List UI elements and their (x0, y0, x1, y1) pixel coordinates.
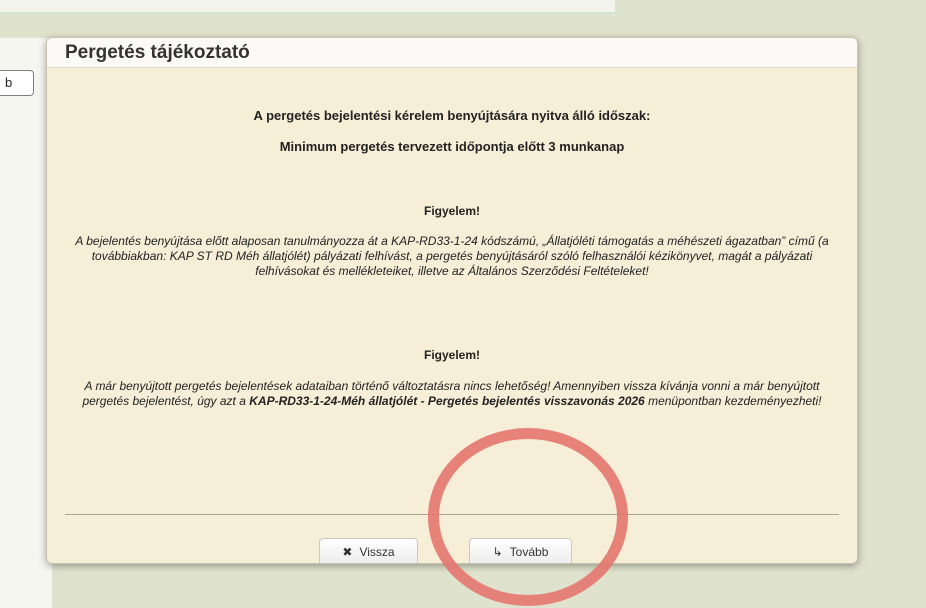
next-button[interactable]: ↳ Tovább (469, 538, 572, 563)
next-button-label: Tovább (509, 545, 549, 559)
back-button[interactable]: ✖ Vissza (319, 538, 418, 563)
modal-header: Pergetés tájékoztató (47, 38, 857, 68)
footer-divider (65, 514, 839, 515)
forward-arrow-icon: ↳ (492, 545, 503, 559)
warning-text: A bejelentés benyújtása előtt alaposan t… (75, 234, 829, 278)
warning-title-2: Figyelem! (423, 348, 480, 362)
period-value: Minimum pergetés tervezett időpontja elő… (279, 139, 625, 154)
background-top-strip (0, 0, 615, 14)
warning-text-2: A már benyújtott pergetés bejelentések a… (65, 379, 839, 409)
modal-title: Pergetés tájékoztató (65, 42, 250, 63)
background-content-area (0, 38, 52, 608)
warning-text-2-after: menüpontban kezdeményezheti! (644, 394, 822, 408)
back-button-label: Vissza (359, 545, 395, 559)
warning-title: Figyelem! (423, 204, 480, 218)
background-partial-button: b (0, 70, 34, 96)
info-modal: Pergetés tájékoztató A pergetés bejelent… (46, 37, 858, 564)
warning-text-2-bold: KAP-RD33-1-24-Méh állatjólét - Pergetés … (249, 394, 645, 408)
close-icon: ✖ (342, 545, 353, 559)
period-heading: A pergetés bejelentési kérelem benyújtás… (253, 108, 651, 123)
